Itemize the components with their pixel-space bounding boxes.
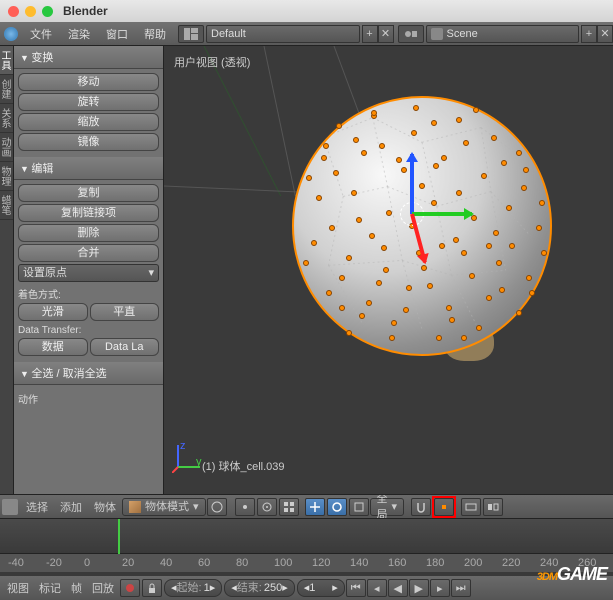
- rotate-button[interactable]: 旋转: [18, 93, 159, 111]
- delete-button[interactable]: 删除: [18, 224, 159, 242]
- data-button[interactable]: 数据: [18, 338, 88, 356]
- object-info-label: (1) 球体_cell.039: [202, 458, 285, 474]
- next-keyframe-button[interactable]: ▸: [430, 579, 450, 597]
- window-title: Blender: [63, 4, 108, 18]
- layout-picker-button[interactable]: [178, 25, 204, 43]
- tab-grease[interactable]: 蜡笔: [0, 191, 13, 220]
- tab-animation[interactable]: 动画: [0, 133, 13, 162]
- play-reverse-button[interactable]: ◀: [388, 579, 408, 597]
- 3d-viewport[interactable]: 用户视图 (透视) zy (: [164, 46, 613, 494]
- pivot-point-button[interactable]: [235, 498, 255, 516]
- current-frame-field[interactable]: ◂1▸: [297, 579, 345, 597]
- playhead[interactable]: [118, 519, 120, 555]
- axis-indicator: zy: [172, 441, 204, 476]
- tl-menu-view[interactable]: 视图: [2, 580, 34, 596]
- jump-start-button[interactable]: ⏮: [346, 579, 366, 597]
- watermark-text: 3DMGAME: [537, 564, 607, 585]
- mirror-button[interactable]: 镜像: [18, 133, 159, 151]
- scene-browser-button[interactable]: [398, 25, 424, 43]
- layout-remove-button[interactable]: ✕: [378, 25, 394, 43]
- render-layers-2[interactable]: [483, 498, 503, 516]
- scene-dropdown[interactable]: Scene: [426, 25, 580, 43]
- tl-menu-frame[interactable]: 帧: [66, 580, 87, 596]
- data-layout-button[interactable]: Data La: [90, 338, 160, 356]
- y-axis-icon[interactable]: [412, 212, 472, 216]
- maximize-icon[interactable]: [42, 6, 53, 17]
- shading-label: 着色方式:: [18, 286, 159, 301]
- menu-render[interactable]: 渲染: [60, 26, 98, 42]
- lock-button[interactable]: [142, 579, 162, 597]
- window-controls[interactable]: [8, 6, 53, 17]
- play-button[interactable]: ▶: [409, 579, 429, 597]
- end-frame-field[interactable]: ◂结束:250▸: [224, 579, 294, 597]
- view-label: 用户视图 (透视): [174, 54, 250, 70]
- panel-select-header[interactable]: 全选 / 取消全选: [14, 362, 163, 385]
- tab-physics[interactable]: 物理: [0, 162, 13, 191]
- layers-button[interactable]: [279, 498, 299, 516]
- minimize-icon[interactable]: [25, 6, 36, 17]
- gizmo-translate-button[interactable]: [305, 498, 325, 516]
- move-button[interactable]: 移动: [18, 73, 159, 91]
- vp-menu-add[interactable]: 添加: [54, 499, 88, 515]
- scene-add-button[interactable]: +: [581, 25, 597, 43]
- timeline-ruler[interactable]: -40-200204060801001201401601802002202402…: [0, 554, 613, 572]
- tab-create[interactable]: 创建: [0, 75, 13, 104]
- blender-icon[interactable]: [0, 24, 22, 44]
- shade-smooth-button[interactable]: 光滑: [18, 303, 88, 321]
- render-layers-1[interactable]: [461, 498, 481, 516]
- menu-window[interactable]: 窗口: [98, 26, 136, 42]
- tab-relations[interactable]: 关系: [0, 104, 13, 133]
- prev-keyframe-button[interactable]: ◂: [367, 579, 387, 597]
- timeline-track[interactable]: [0, 518, 613, 554]
- tl-menu-playback[interactable]: 回放: [87, 580, 119, 596]
- tool-tabs: 工具 创建 关系 动画 物理 蜡笔: [0, 46, 14, 494]
- transform-orientation-dropdown[interactable]: 全局▾: [370, 498, 405, 516]
- screen-layout-dropdown[interactable]: Default: [206, 25, 360, 43]
- gizmo-rotate-button[interactable]: [327, 498, 347, 516]
- data-transfer-label: Data Transfer:: [18, 325, 159, 336]
- panel-edit-header[interactable]: 编辑: [14, 157, 163, 180]
- gizmo-scale-button[interactable]: [349, 498, 369, 516]
- mode-dropdown[interactable]: 物体模式▾: [122, 498, 206, 516]
- z-axis-icon[interactable]: [410, 154, 414, 214]
- manipulate-center-button[interactable]: [257, 498, 277, 516]
- viewport-shading-button[interactable]: [207, 498, 227, 516]
- vp-menu-select[interactable]: 选择: [20, 499, 54, 515]
- menu-file[interactable]: 文件: [22, 26, 60, 42]
- editor-type-icon[interactable]: [2, 499, 18, 515]
- vp-menu-object[interactable]: 物体: [88, 499, 122, 515]
- duplicate-linked-button[interactable]: 复制链接项: [18, 204, 159, 222]
- duplicate-button[interactable]: 复制: [18, 184, 159, 202]
- tab-tools[interactable]: 工具: [0, 46, 13, 75]
- object-mode-icon: [129, 501, 141, 513]
- highlighted-snap-element-button[interactable]: [432, 496, 456, 518]
- join-button[interactable]: 合并: [18, 244, 159, 262]
- action-label: 动作: [18, 391, 159, 406]
- set-origin-dropdown[interactable]: 设置原点: [18, 264, 159, 282]
- snap-button[interactable]: [411, 498, 431, 516]
- tl-menu-marker[interactable]: 标记: [34, 580, 66, 596]
- svg-text:z: z: [180, 441, 186, 452]
- scene-remove-button[interactable]: ✕: [597, 25, 613, 43]
- jump-end-button[interactable]: ⏭: [451, 579, 471, 597]
- shade-flat-button[interactable]: 平直: [90, 303, 160, 321]
- start-frame-field[interactable]: ◂起始:1▸: [164, 579, 222, 597]
- scale-button[interactable]: 缩放: [18, 113, 159, 131]
- selected-sphere-object[interactable]: [292, 96, 552, 356]
- menu-help[interactable]: 帮助: [136, 26, 174, 42]
- close-icon[interactable]: [8, 6, 19, 17]
- auto-keyframe-button[interactable]: [120, 579, 140, 597]
- layout-add-button[interactable]: +: [362, 25, 378, 43]
- panel-transform-header[interactable]: 变换: [14, 46, 163, 69]
